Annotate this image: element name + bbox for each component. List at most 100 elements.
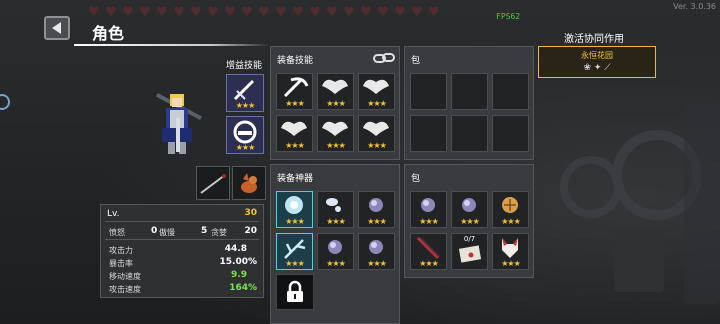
chain-link-icon[interactable] <box>373 51 395 65</box>
synergy-name: 永恒花园 <box>581 51 613 60</box>
bag-title: 包 <box>411 56 421 66</box>
angel-wings-icon <box>281 121 307 136</box>
heart-icon: ♥ <box>292 5 304 20</box>
pride-value: 5 <box>201 226 208 236</box>
synergy-card[interactable]: 永恒花园 ❀ ✦ ⟋ <box>538 46 656 78</box>
fps-counter: FPS62 <box>496 12 521 21</box>
wrath-value: 0 <box>151 226 158 236</box>
artifact-slot[interactable]: ★★★ <box>317 191 354 228</box>
bag-slot-empty[interactable] <box>451 73 488 110</box>
star-rating: ★★★ <box>367 259 387 268</box>
bag-item-slot[interactable]: 0/7 <box>451 233 488 270</box>
heart-icon: ♥ <box>88 5 100 20</box>
bag-item-slot[interactable]: ★★★ <box>451 191 488 228</box>
bag-title: 包 <box>411 174 421 184</box>
equip-skill-slot[interactable]: ★★★ <box>317 115 354 152</box>
artifact-slot[interactable]: ★★★ <box>276 191 313 228</box>
letter-icon <box>458 245 482 263</box>
bag-item-slot[interactable]: ★★★ <box>410 233 447 270</box>
heart-icon: ♥ <box>241 5 253 20</box>
heart-icon: ♥ <box>207 5 219 20</box>
bag-slot-empty[interactable] <box>410 115 447 152</box>
move-speed-label: 移动速度 <box>109 272 141 281</box>
star-rating: ★★★ <box>326 217 346 226</box>
attack-label: 攻击力 <box>109 246 133 255</box>
golden-shield-icon <box>502 197 518 213</box>
item-count: 0/7 <box>463 235 476 243</box>
equip-skill-slot[interactable]: ★★★ <box>276 73 313 110</box>
back-arrow-icon <box>52 22 61 34</box>
weapon-slot[interactable] <box>196 166 230 200</box>
move-speed-value: 9.9 <box>231 270 247 280</box>
bag-item-slot[interactable]: ★★★ <box>410 191 447 228</box>
pet-slot[interactable] <box>232 166 266 200</box>
fox-pet-icon <box>241 173 257 193</box>
heart-icon: ♥ <box>326 5 338 20</box>
buff-skill-slot[interactable]: ★★★ <box>226 74 264 112</box>
buff-skill-slot[interactable]: ★★★ <box>226 116 264 154</box>
star-rating: ★★★ <box>367 99 387 108</box>
bag-slot-empty[interactable] <box>492 73 529 110</box>
synergy-item-icons: ❀ ✦ ⟋ <box>583 63 611 73</box>
heart-icon: ♥ <box>173 5 185 20</box>
bag-slot-empty[interactable] <box>410 73 447 110</box>
equip-skill-slot[interactable]: ★★★ <box>276 115 313 152</box>
angel-wings-icon <box>363 79 389 94</box>
locked-artifact-slot[interactable] <box>276 274 314 310</box>
version-label: Ver. 3.0.36 <box>673 2 716 11</box>
bag-item-slot[interactable]: ★★★ <box>492 191 529 228</box>
artifact-slot[interactable]: ★★★ <box>317 233 354 270</box>
bag-item-slot[interactable]: ★★★ <box>492 233 529 270</box>
purple-orb-icon <box>369 240 383 254</box>
padlock-icon <box>287 280 303 302</box>
crystal-flower-icon <box>285 196 303 214</box>
page-title: 角色 <box>92 24 125 43</box>
heart-icon: ♥ <box>394 5 406 20</box>
star-rating: ★★★ <box>460 217 480 226</box>
bag-panel-bottom: 包 ★★★ ★★★ ★★★ ★★★ 0/7 ★★★ <box>404 164 534 278</box>
attack-speed-value: 164% <box>229 283 257 293</box>
bag-slot-empty[interactable] <box>451 115 488 152</box>
ice-branch-icon <box>284 239 306 259</box>
hearts-row: ♥ ♥ ♥ ♥ ♥ ♥ ♥ ♥ ♥ ♥ ♥ ♥ ♥ ♥ ♥ ♥ ♥ ♥ ♥ ♥ ♥ <box>86 6 442 20</box>
equip-skill-slot[interactable]: ★★★ <box>317 73 354 110</box>
stats-panel: Lv. 30 愤怒 0 傲慢 5 贪婪 20 攻击力 44.8 暴击率 15.0… <box>100 204 264 298</box>
purple-orb-icon <box>369 198 383 212</box>
fox-mask-icon <box>502 238 518 258</box>
crit-value: 15.00% <box>219 257 258 267</box>
level-value: 30 <box>244 208 257 218</box>
star-rating: ★★★ <box>367 217 387 226</box>
heart-icon: ♥ <box>411 5 423 20</box>
equip-skill-slot[interactable]: ★★★ <box>358 115 395 152</box>
heart-icon: ♥ <box>377 5 389 20</box>
heart-icon: ♥ <box>156 5 168 20</box>
cloud-orb-icon <box>326 198 341 212</box>
heart-icon: ♥ <box>309 5 321 20</box>
artifact-slot[interactable]: ★★★ <box>358 233 395 270</box>
back-button[interactable] <box>44 16 70 40</box>
heart-icon: ♥ <box>428 5 440 20</box>
scene-dash-decoration <box>560 156 622 218</box>
pride-label: 傲慢 <box>159 228 175 237</box>
staff-icon <box>200 174 226 194</box>
star-rating: ★★★ <box>285 99 305 108</box>
star-rating: ★★★ <box>367 141 387 150</box>
bag-panel-top: 包 <box>404 46 534 160</box>
equip-skill-slot[interactable]: ★★★ <box>358 73 395 110</box>
buff-skills-label: 增益技能 <box>226 61 263 71</box>
scene-edge-decoration <box>684 104 720 304</box>
angel-wings-icon <box>322 79 348 94</box>
star-rating: ★★★ <box>235 143 256 152</box>
artifact-slot[interactable]: ★★★ <box>276 233 313 270</box>
heart-icon: ♥ <box>224 5 236 20</box>
heart-icon: ♥ <box>190 5 202 20</box>
level-label: Lv. <box>107 209 120 219</box>
star-rating: ★★★ <box>235 101 256 110</box>
star-rating: ★★★ <box>285 141 305 150</box>
hero-character-sprite <box>146 88 210 160</box>
scythe-skill-icon <box>283 77 309 98</box>
bag-slot-empty[interactable] <box>492 115 529 152</box>
star-rating: ★★★ <box>326 141 346 150</box>
artifact-slot[interactable]: ★★★ <box>358 191 395 228</box>
star-rating: ★★★ <box>326 99 346 108</box>
